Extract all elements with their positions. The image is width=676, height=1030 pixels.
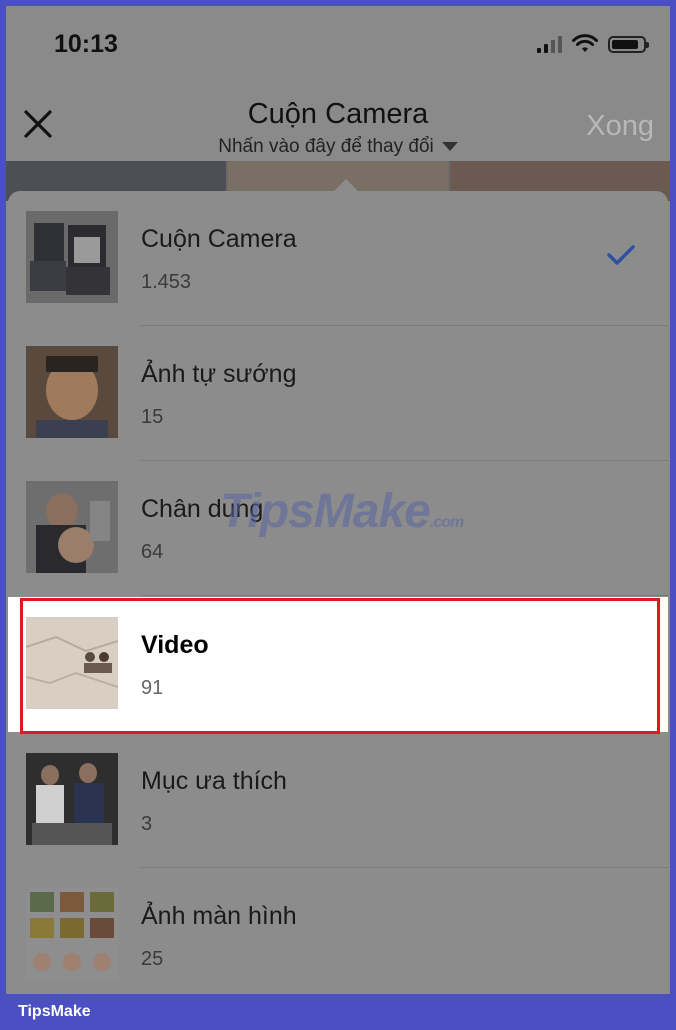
album-count: 25 bbox=[141, 948, 164, 970]
album-switch-hint[interactable]: Nhấn vào đây để thay đổi bbox=[6, 136, 670, 158]
album-item-video[interactable]: Video 91 bbox=[8, 597, 668, 732]
album-thumbnail bbox=[26, 888, 118, 980]
album-count: 1.453 bbox=[141, 271, 192, 293]
album-switch-label: Nhấn vào đây để thay đổi bbox=[218, 136, 434, 157]
album-thumbnail bbox=[26, 481, 118, 573]
album-count: 91 bbox=[141, 677, 164, 699]
battery-icon bbox=[608, 35, 649, 53]
album-item-selfies[interactable]: Ảnh tự sướng 15 bbox=[8, 326, 668, 461]
album-item-favorites[interactable]: Mục ưa thích 3 bbox=[8, 733, 668, 868]
album-name: Video bbox=[141, 631, 209, 659]
status-time: 10:13 bbox=[54, 30, 118, 58]
album-name: Ảnh tự sướng bbox=[141, 360, 297, 388]
chevron-down-icon bbox=[441, 142, 458, 152]
checkmark-icon bbox=[607, 245, 635, 265]
done-button[interactable]: Xong bbox=[586, 110, 654, 143]
album-count: 3 bbox=[141, 813, 153, 835]
album-item-camera-roll[interactable]: Cuộn Camera 1.453 bbox=[8, 191, 668, 326]
page-title[interactable]: Cuộn Camera bbox=[6, 98, 670, 131]
album-count: 64 bbox=[141, 541, 164, 563]
album-thumbnail bbox=[26, 346, 118, 438]
signal-icon bbox=[537, 35, 562, 53]
album-thumbnail bbox=[26, 211, 118, 303]
status-icons bbox=[537, 34, 649, 54]
album-list: Cuộn Camera 1.453 Ảnh tự sướng 15 Chân d… bbox=[8, 191, 668, 994]
album-name: Ảnh màn hình bbox=[141, 902, 297, 930]
album-item-screenshots[interactable]: Ảnh màn hình 25 bbox=[8, 868, 668, 994]
album-name: Cuộn Camera bbox=[141, 225, 297, 253]
album-thumbnail bbox=[26, 753, 118, 845]
phone-screen: 10:13 Cuộn Camera Nhấn vào đây để thay đ… bbox=[6, 6, 670, 994]
album-thumbnail bbox=[26, 617, 118, 709]
footer-brand: TipsMake bbox=[18, 1003, 91, 1020]
album-count: 15 bbox=[141, 406, 164, 428]
wifi-icon bbox=[572, 34, 598, 52]
divider bbox=[141, 595, 668, 596]
album-name: Mục ưa thích bbox=[141, 767, 287, 795]
watermark: TipsMake.com bbox=[220, 485, 464, 538]
